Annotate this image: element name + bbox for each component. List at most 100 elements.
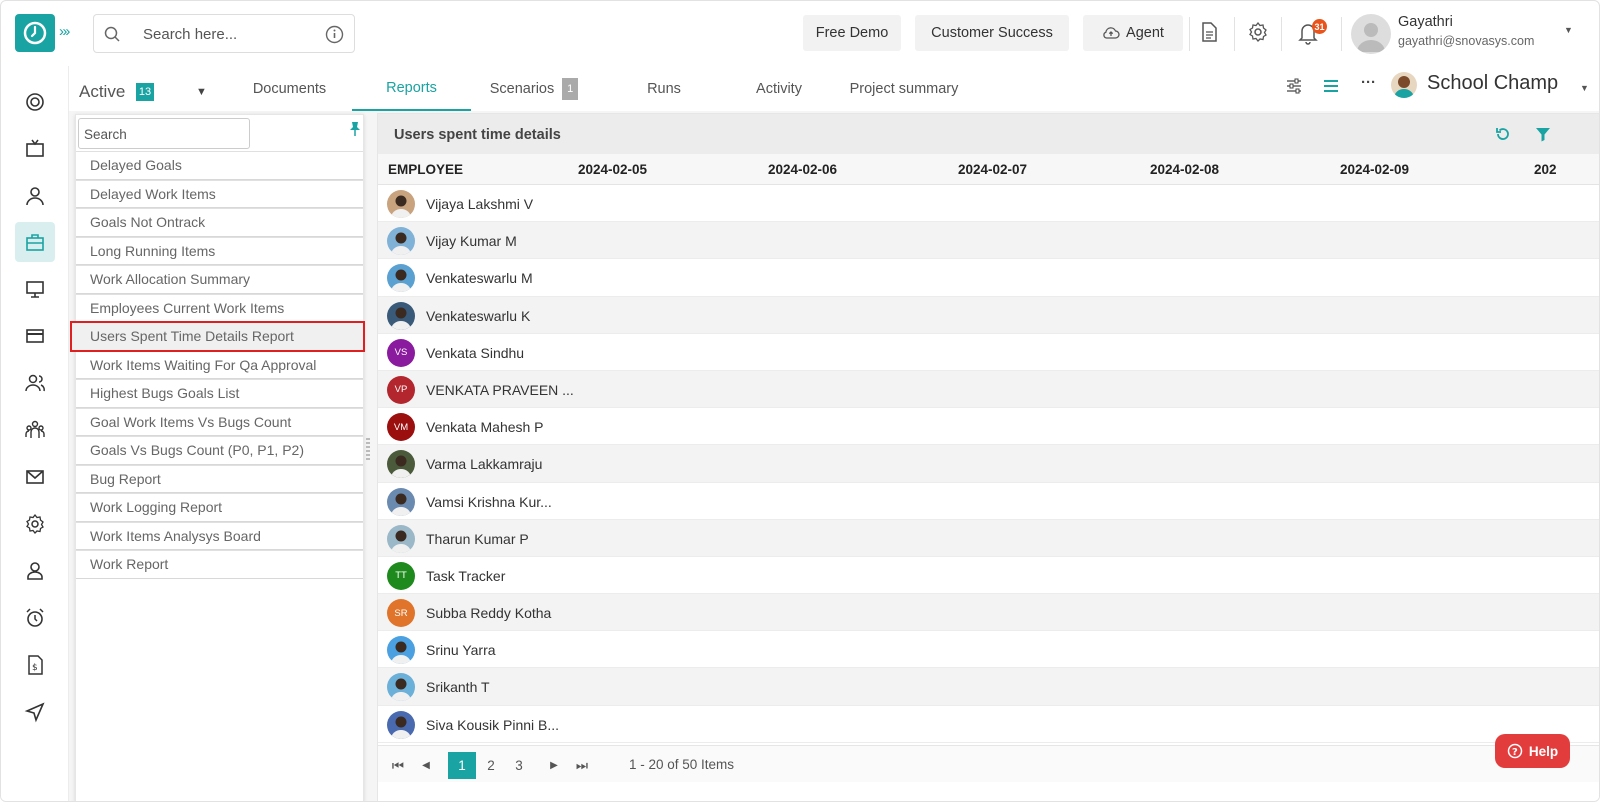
search-input[interactable]: Search here... [143, 26, 237, 43]
nav-mail[interactable] [15, 457, 55, 497]
chevron-down-icon[interactable]: ▼ [1564, 25, 1573, 35]
table-row[interactable]: Vijay Kumar M [378, 222, 1599, 260]
nav-team[interactable] [15, 363, 55, 403]
expand-menu-icon[interactable]: »› [59, 23, 70, 40]
customer-success-button[interactable]: Customer Success [915, 15, 1069, 51]
nav-invoices[interactable]: $ [15, 645, 55, 685]
chevron-down-icon[interactable]: ▼ [1580, 83, 1589, 93]
nav-profile[interactable] [15, 176, 55, 216]
table-row[interactable]: VS Venkata Sindhu [378, 334, 1599, 371]
report-list-item[interactable]: Work Items Analysys Board [76, 521, 363, 550]
settings-icon[interactable] [1247, 21, 1269, 43]
column-header[interactable]: 2024-02-07 [958, 162, 1027, 177]
app-logo[interactable] [15, 14, 55, 52]
nav-dashboard[interactable] [15, 82, 55, 122]
report-list-item[interactable]: Long Running Items [76, 236, 363, 265]
project-selector[interactable]: School Champ [1427, 72, 1558, 95]
report-list-item[interactable]: Goals Vs Bugs Count (P0, P1, P2) [76, 436, 363, 465]
nav-alarms[interactable] [15, 598, 55, 638]
column-header[interactable]: EMPLOYEE [388, 162, 463, 177]
panel-splitter-handle[interactable] [366, 438, 370, 464]
table-row[interactable]: TT Task Tracker [378, 557, 1599, 595]
page-button[interactable]: 2 [482, 752, 500, 779]
search-icon [104, 26, 120, 42]
column-header[interactable]: 2024-02-06 [768, 162, 837, 177]
list-view-icon[interactable] [1323, 78, 1339, 94]
table-row[interactable]: Venkateswarlu K [378, 296, 1599, 334]
more-options-icon[interactable]: ··· [1361, 74, 1376, 91]
report-list-item[interactable]: Work Allocation Summary [76, 265, 363, 294]
nav-payments[interactable] [15, 316, 55, 356]
employee-avatar [387, 450, 415, 479]
prev-page-icon[interactable]: ◀ [418, 752, 434, 779]
nav-monitor[interactable] [15, 269, 55, 309]
table-row[interactable]: Vijaya Lakshmi V [378, 185, 1599, 223]
tab-project-summary[interactable]: Project summary [839, 66, 969, 111]
reset-icon[interactable] [1495, 126, 1511, 142]
nav-account[interactable] [15, 551, 55, 591]
report-list-item[interactable]: Users Spent Time Details Report [70, 321, 365, 352]
table-row[interactable]: Varma Lakkamraju [378, 445, 1599, 483]
help-button[interactable]: ? Help [1495, 734, 1570, 768]
tab-scenarios-label: Scenarios [489, 80, 555, 97]
tab-reports[interactable]: Reports [352, 66, 471, 111]
column-header[interactable]: 2024-02-05 [578, 162, 647, 177]
active-filter-label[interactable]: Active [79, 82, 125, 102]
nav-send[interactable] [15, 692, 55, 732]
report-list-item[interactable]: Delayed Work Items [76, 179, 363, 208]
report-list-item[interactable]: Goals Not Ontrack [76, 208, 363, 237]
tab-activity[interactable]: Activity [734, 66, 824, 111]
first-page-icon[interactable]: ⏮ [390, 752, 406, 779]
table-row[interactable]: Siva Kousik Pinni B... [378, 706, 1599, 743]
page-button[interactable]: 1 [448, 752, 476, 779]
divider [1189, 17, 1190, 51]
column-header[interactable]: 202 [1534, 162, 1557, 177]
free-demo-button[interactable]: Free Demo [803, 15, 901, 51]
caret-down-icon[interactable]: ▼ [196, 86, 207, 98]
table-row[interactable]: Venkateswarlu M [378, 259, 1599, 297]
table-row[interactable]: VM Venkata Mahesh P [378, 408, 1599, 446]
report-list-item[interactable]: Goal Work Items Vs Bugs Count [76, 407, 363, 436]
table-row[interactable]: VP VENKATA PRAVEEN ... [378, 370, 1599, 409]
tab-documents[interactable]: Documents [233, 66, 346, 111]
info-icon[interactable] [325, 25, 344, 44]
table-row[interactable]: Srikanth T [378, 668, 1599, 706]
user-avatar[interactable] [1351, 14, 1391, 54]
table-row[interactable]: Vamsi Krishna Kur... [378, 483, 1599, 520]
report-list-item[interactable]: Bug Report [76, 464, 363, 493]
report-search-input[interactable]: Search [78, 118, 250, 149]
person-badge-icon [27, 562, 43, 580]
employee-name: Siva Kousik Pinni B... [426, 716, 560, 733]
report-list-item[interactable]: Work Report [76, 550, 363, 579]
last-page-icon[interactable]: ⏭ [574, 752, 590, 779]
global-search[interactable]: Search here... [93, 14, 355, 53]
next-page-icon[interactable]: ▶ [546, 752, 562, 779]
nav-projects[interactable] [15, 222, 55, 262]
employee-avatar: SR [387, 599, 415, 628]
table-row[interactable]: Srinu Yarra [378, 631, 1599, 669]
tab-runs[interactable]: Runs [624, 66, 704, 111]
table-row[interactable]: Tharun Kumar P [378, 519, 1599, 557]
report-list-panel: Search Delayed Goals Delayed Work Items Go… [70, 114, 365, 801]
nav-tv[interactable] [15, 129, 55, 169]
nav-groups[interactable] [15, 410, 55, 450]
agent-button[interactable]: Agent [1083, 15, 1183, 51]
column-header[interactable]: 2024-02-09 [1340, 162, 1409, 177]
page-button[interactable]: 3 [510, 752, 528, 779]
report-list-item[interactable]: Employees Current Work Items [76, 293, 363, 322]
pin-icon[interactable] [348, 121, 362, 137]
user-name[interactable]: Gayathri [1398, 14, 1453, 30]
sliders-icon[interactable] [1285, 78, 1303, 94]
tab-scenarios[interactable]: Scenarios 1 [479, 66, 589, 111]
app-window: »› Search here... Free Demo Customer Suc… [0, 0, 1600, 802]
document-icon[interactable] [1199, 21, 1219, 43]
report-list-item[interactable]: Highest Bugs Goals List [76, 379, 363, 408]
column-header[interactable]: 2024-02-08 [1150, 162, 1219, 177]
report-list-item[interactable]: Work Logging Report [76, 493, 363, 522]
filter-icon[interactable] [1535, 126, 1551, 142]
report-list-item[interactable]: Work Items Waiting For Qa Approval [76, 350, 363, 379]
report-list-item[interactable]: Delayed Goals [76, 151, 363, 180]
table-row[interactable]: SR Subba Reddy Kotha [378, 594, 1599, 632]
send-icon [24, 702, 45, 723]
nav-settings[interactable] [15, 504, 55, 544]
